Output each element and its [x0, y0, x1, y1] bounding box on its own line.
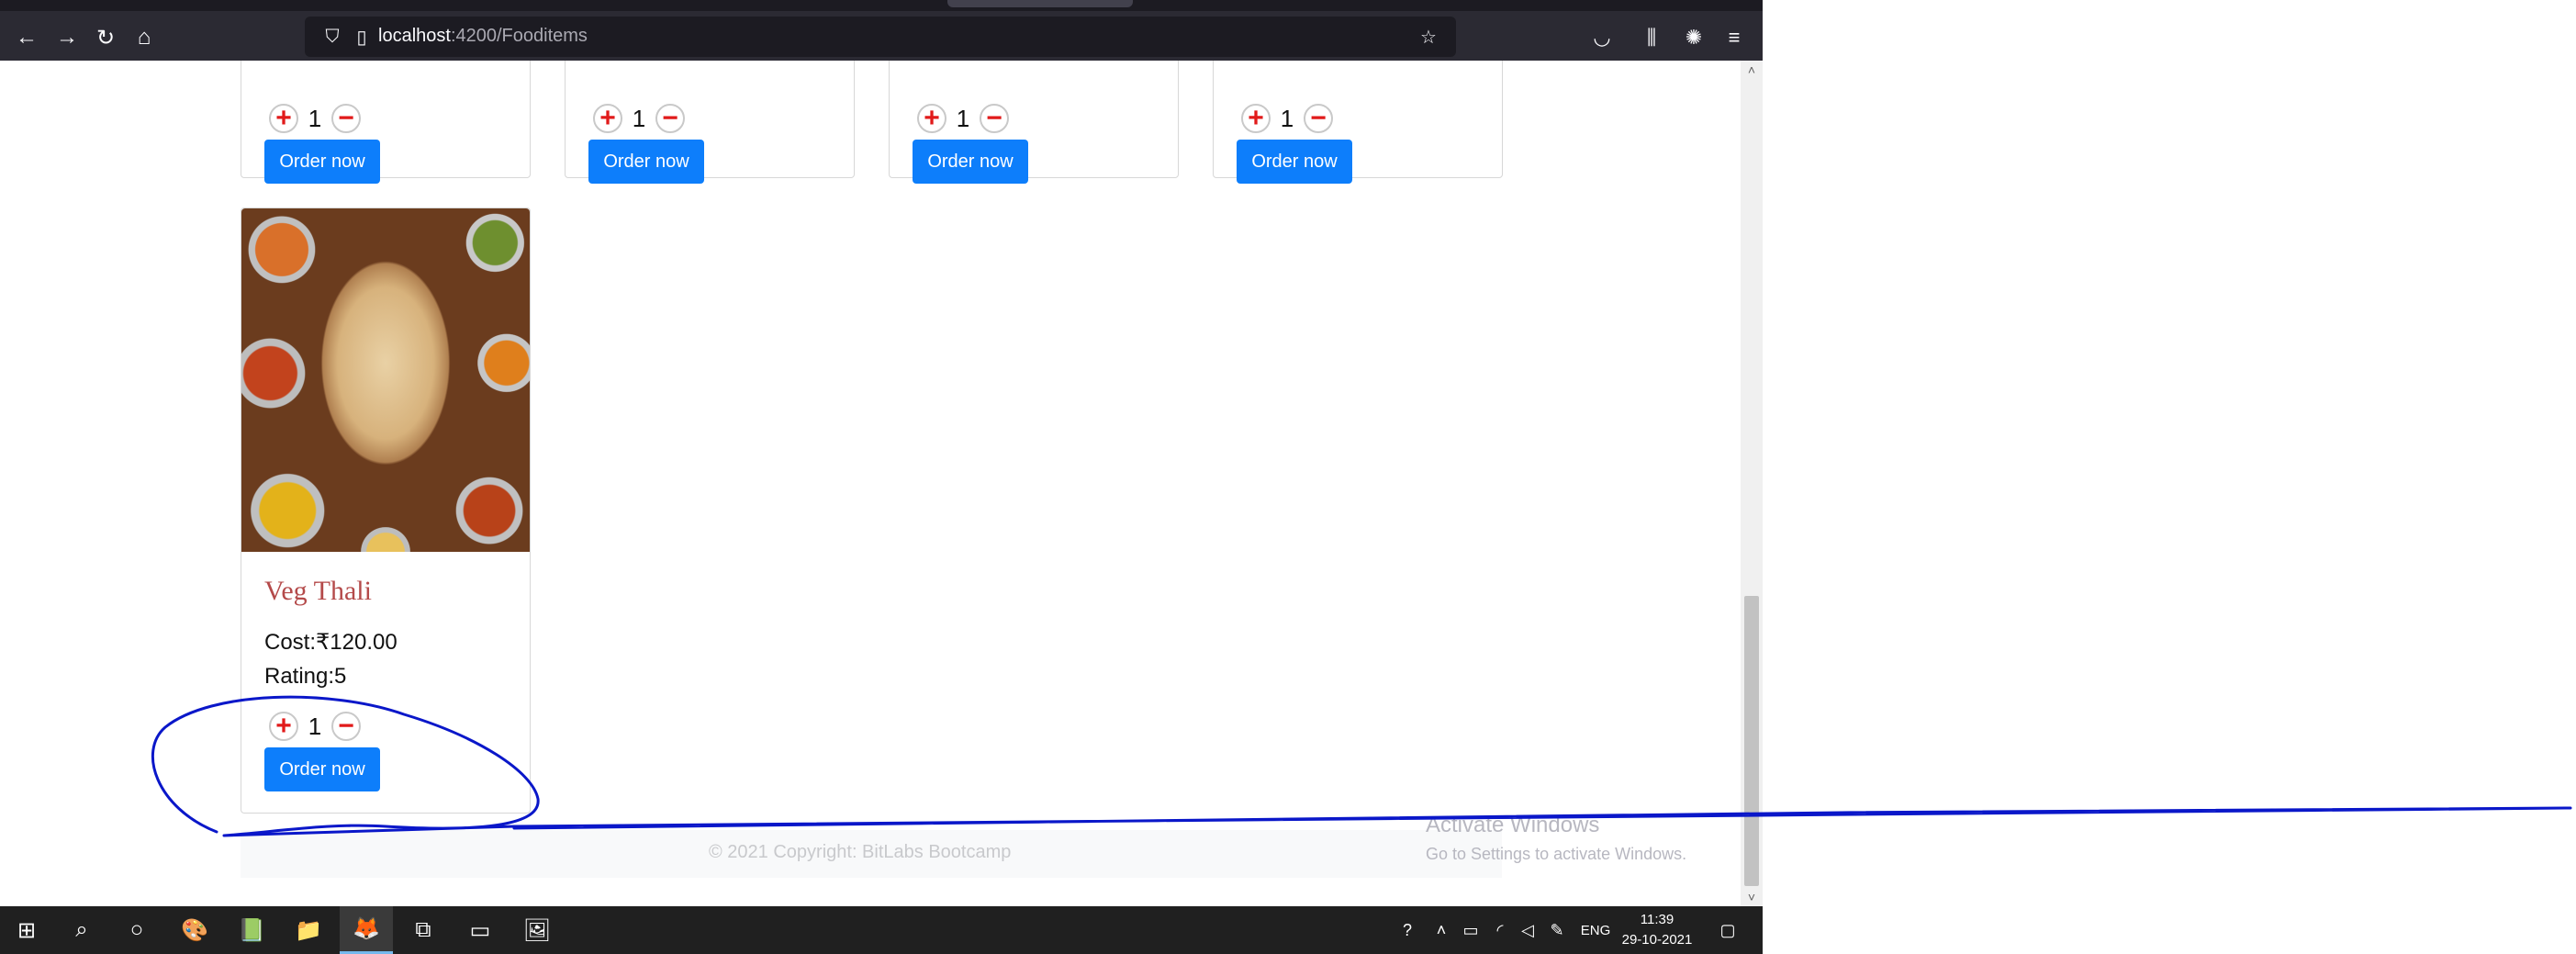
- browser-toolbar: ← → ↻ ⌂ ⛉ ▯ localhost:4200/Fooditems ☆ ◡…: [0, 0, 1763, 61]
- food-title: Veg Thali: [264, 576, 372, 606]
- clock-date: 29-10-2021: [1621, 932, 1693, 948]
- home-icon[interactable]: ⌂: [129, 22, 160, 53]
- food-card: + 1 − Order now: [889, 61, 1179, 184]
- order-now-button[interactable]: Order now: [913, 140, 1028, 184]
- quantity-value: 1: [1280, 104, 1294, 132]
- language-indicator[interactable]: ENG: [1575, 906, 1616, 954]
- page-footer: © 2021 Copyright: BitLabs Bootcamp: [241, 830, 1502, 878]
- order-now-button[interactable]: Order now: [1237, 140, 1352, 184]
- page-viewport: + 1 − Order now + 1 − Order now + 1 − Or…: [0, 61, 1741, 906]
- vertical-scrollbar[interactable]: ˄ ˅: [1741, 61, 1763, 906]
- notepad-app-icon[interactable]: 📗: [225, 906, 278, 954]
- quantity-stepper: + 1 −: [593, 104, 685, 133]
- clock[interactable]: 11:39 29-10-2021: [1616, 910, 1698, 950]
- order-now-button[interactable]: Order now: [264, 747, 380, 791]
- plus-icon[interactable]: +: [269, 104, 298, 133]
- activate-windows-title: Activate Windows: [1426, 813, 1600, 837]
- help-icon[interactable]: ?: [1392, 906, 1423, 954]
- battery-icon[interactable]: ▭: [1458, 906, 1484, 954]
- pen-icon[interactable]: ✎: [1544, 906, 1570, 954]
- minus-icon[interactable]: −: [980, 104, 1009, 133]
- quantity-value: 1: [308, 712, 322, 740]
- paint-app-icon[interactable]: 🎨: [168, 906, 221, 954]
- hamburger-menu-icon[interactable]: ≡: [1719, 22, 1750, 53]
- back-arrow-icon[interactable]: ←: [11, 22, 42, 53]
- star-icon[interactable]: ☆: [1416, 24, 1441, 50]
- terminal-app-icon[interactable]: ▭: [454, 906, 507, 954]
- food-card: + 1 − Order now: [241, 61, 531, 184]
- quantity-value: 1: [308, 104, 322, 132]
- food-rating: Rating:5: [264, 664, 347, 689]
- scroll-up-arrow-icon[interactable]: ˄: [1741, 61, 1763, 79]
- clock-time: 11:39: [1640, 912, 1674, 927]
- url-host: localhost: [378, 26, 451, 46]
- plus-icon[interactable]: +: [593, 104, 622, 133]
- file-explorer-icon[interactable]: 📁: [282, 906, 335, 954]
- quantity-value: 1: [956, 104, 970, 132]
- quantity-stepper: + 1 −: [269, 104, 361, 133]
- food-image: [241, 208, 530, 552]
- windows-start-icon[interactable]: ⊞: [0, 906, 53, 954]
- vscode-app-icon[interactable]: ⧉: [397, 906, 450, 954]
- url-path: :4200/Fooditems: [450, 26, 588, 46]
- library-icon[interactable]: ⫼: [1636, 22, 1667, 53]
- speaker-icon[interactable]: ◁: [1515, 906, 1540, 954]
- blank-area: [1763, 0, 2576, 954]
- quantity-stepper: + 1 −: [917, 104, 1009, 133]
- food-card: + 1 − Order now: [565, 61, 855, 184]
- order-now-button[interactable]: Order now: [588, 140, 704, 184]
- desktop-screen: ← → ↻ ⌂ ⛉ ▯ localhost:4200/Fooditems ☆ ◡…: [0, 0, 1763, 954]
- firefox-app-icon[interactable]: 🦊: [340, 906, 393, 954]
- quantity-stepper: + 1 −: [269, 712, 361, 741]
- address-bar[interactable]: ⛉ ▯ localhost:4200/Fooditems ☆: [305, 17, 1456, 57]
- notification-icon[interactable]: ▢: [1709, 906, 1746, 954]
- minus-icon[interactable]: −: [331, 712, 361, 741]
- photos-app-icon[interactable]: 🖼: [510, 906, 564, 954]
- pocket-icon[interactable]: ◡: [1586, 22, 1618, 53]
- quantity-value: 1: [632, 104, 646, 132]
- tab-strip: [0, 0, 1763, 11]
- plus-icon[interactable]: +: [917, 104, 946, 133]
- reload-icon[interactable]: ↻: [90, 22, 121, 53]
- forward-arrow-icon[interactable]: →: [51, 22, 83, 53]
- windows-taskbar: ⊞ ⌕ ○ 🎨 📗 📁 🦊 ⧉ ▭ 🖼 ? ˄ ▭ ◜ ◁ ✎ ENG 11:3…: [0, 906, 1763, 954]
- minus-icon[interactable]: −: [655, 104, 685, 133]
- url-text[interactable]: localhost:4200/Fooditems: [378, 26, 588, 47]
- food-card-veg-thali: Veg Thali Cost:₹120.00 Rating:5 + 1 − Or…: [241, 208, 531, 814]
- order-now-button[interactable]: Order now: [264, 140, 380, 184]
- scrollbar-thumb[interactable]: [1744, 596, 1759, 886]
- plus-icon[interactable]: +: [269, 712, 298, 741]
- food-card: + 1 − Order now: [1213, 61, 1503, 184]
- minus-icon[interactable]: −: [331, 104, 361, 133]
- chevron-up-icon[interactable]: ˄: [1428, 906, 1454, 954]
- search-icon[interactable]: ⌕: [55, 906, 108, 954]
- minus-icon[interactable]: −: [1304, 104, 1333, 133]
- cortana-icon[interactable]: ○: [110, 906, 163, 954]
- activate-windows-subtitle: Go to Settings to activate Windows.: [1426, 845, 1687, 863]
- page-icon: ▯: [356, 27, 367, 48]
- active-tab[interactable]: [947, 0, 1133, 7]
- shield-icon[interactable]: ⛉: [319, 24, 345, 50]
- scroll-down-arrow-icon[interactable]: ˅: [1741, 888, 1763, 906]
- quantity-stepper: + 1 −: [1241, 104, 1333, 133]
- extension-icon[interactable]: ✺: [1678, 22, 1709, 53]
- footer-copyright: © 2021 Copyright: BitLabs Bootcamp: [709, 842, 1012, 862]
- wifi-icon[interactable]: ◜: [1487, 906, 1513, 954]
- plus-icon[interactable]: +: [1241, 104, 1271, 133]
- food-cost: Cost:₹120.00: [264, 630, 398, 655]
